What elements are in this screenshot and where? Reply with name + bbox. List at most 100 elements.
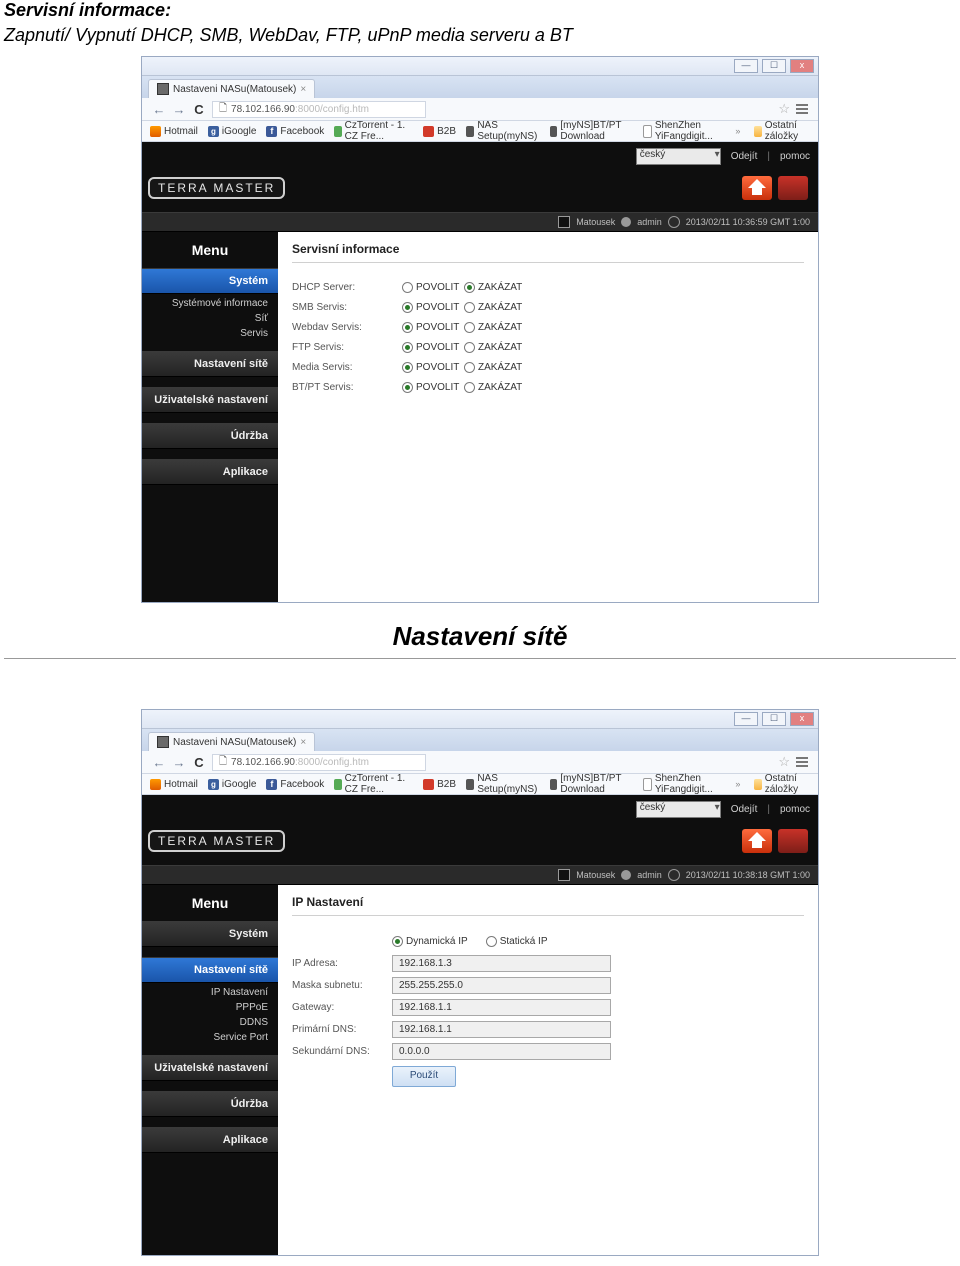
radio-deny[interactable]: ZAKÁZAT: [464, 362, 526, 373]
input-subnet-mask[interactable]: 255.255.255.0: [392, 977, 611, 994]
bookmark-other[interactable]: Ostatní záložky: [754, 120, 810, 142]
window-maximize-button[interactable]: ☐: [762, 59, 786, 73]
sidebar-item-apps[interactable]: Aplikace: [142, 459, 278, 485]
window-minimize-button[interactable]: —: [734, 59, 758, 73]
radio-deny[interactable]: ZAKÁZAT: [464, 302, 526, 313]
bookmark-btpt[interactable]: [myNS]BT/PT Download: [550, 773, 632, 795]
address-input[interactable]: 🗋 78.102.166.90 :8000/config.htm: [212, 754, 426, 771]
radio-deny[interactable]: ZAKÁZAT: [464, 282, 526, 293]
input-secondary-dns[interactable]: 0.0.0.0: [392, 1043, 611, 1060]
back-button[interactable]: ←: [152, 102, 166, 117]
window-close-button[interactable]: x: [790, 59, 814, 73]
folder-red-icon[interactable]: [778, 829, 808, 853]
sidebar-subitem-pppoe[interactable]: PPPoE: [142, 1000, 268, 1015]
sidebar-subitem-service[interactable]: Servis: [142, 326, 268, 341]
forward-button[interactable]: →: [172, 102, 186, 117]
app-area: český ▾ Odejít | pomoc TERRA MASTER Mato…: [142, 142, 818, 602]
info-time: 2013/02/11 10:38:18 GMT 1:00: [686, 870, 810, 880]
help-link[interactable]: pomoc: [780, 151, 810, 162]
bookmark-cztorrent[interactable]: CzTorrent - 1. CZ Fre...: [334, 120, 413, 142]
sidebar-item-network-settings[interactable]: Nastavení sítě: [142, 957, 278, 983]
tab-title: Nastaveni NASu(Matousek): [173, 737, 296, 748]
bookmark-btpt[interactable]: [myNS]BT/PT Download: [550, 120, 632, 142]
bookmark-other[interactable]: Ostatní záložky: [754, 773, 810, 795]
help-link[interactable]: pomoc: [780, 804, 810, 815]
bookmark-hotmail[interactable]: Hotmail: [150, 126, 198, 137]
tab-title: Nastaveni NASu(Matousek): [173, 84, 296, 95]
sidebar-subitem-sysinfo[interactable]: Systémové informace: [142, 296, 268, 311]
bookmark-nas-setup[interactable]: NAS Setup(myNS): [466, 773, 540, 795]
radio-deny[interactable]: ZAKÁZAT: [464, 382, 526, 393]
service-row: SMB Servis:POVOLITZAKÁZAT: [292, 297, 804, 317]
sidebar-subitem-ip[interactable]: IP Nastavení: [142, 985, 268, 1000]
home-icon[interactable]: [742, 829, 772, 853]
windows-icon: [150, 779, 161, 790]
window-maximize-button[interactable]: ☐: [762, 712, 786, 726]
radio-allow[interactable]: POVOLIT: [402, 362, 464, 373]
apply-button[interactable]: Použít: [392, 1066, 456, 1087]
language-select[interactable]: český ▾: [636, 801, 721, 818]
panel-title: IP Nastavení: [292, 895, 804, 909]
menu-icon[interactable]: [796, 755, 808, 769]
reload-button[interactable]: C: [192, 755, 206, 770]
radio-allow[interactable]: POVOLIT: [402, 302, 464, 313]
radio-deny[interactable]: ZAKÁZAT: [464, 322, 526, 333]
browser-tab[interactable]: Nastaveni NASu(Matousek) ×: [148, 732, 315, 751]
menu-icon[interactable]: [796, 102, 808, 116]
sidebar-item-network-settings[interactable]: Nastavení sítě: [142, 351, 278, 377]
bookmark-star-icon[interactable]: ☆: [778, 754, 790, 770]
radio-allow[interactable]: POVOLIT: [402, 322, 464, 333]
input-primary-dns[interactable]: 192.168.1.1: [392, 1021, 611, 1038]
reload-button[interactable]: C: [192, 102, 206, 117]
browser-tab[interactable]: Nastaveni NASu(Matousek) ×: [148, 79, 315, 98]
bookmark-b2b[interactable]: B2B: [423, 126, 456, 137]
bookmark-hotmail[interactable]: Hotmail: [150, 779, 198, 790]
logout-link[interactable]: Odejít: [731, 151, 758, 162]
back-button[interactable]: ←: [152, 755, 166, 770]
bookmark-cztorrent[interactable]: CzTorrent - 1. CZ Fre...: [334, 773, 413, 795]
radio-deny[interactable]: ZAKÁZAT: [464, 342, 526, 353]
radio-static-ip[interactable]: Statická IP: [486, 936, 548, 947]
sidebar-item-system[interactable]: Systém: [142, 921, 278, 947]
bookmark-shenzhen[interactable]: ShenZhen YiFangdigit...: [643, 773, 726, 795]
sidebar-item-maintenance[interactable]: Údržba: [142, 1091, 278, 1117]
address-input[interactable]: 🗋 78.102.166.90 :8000/config.htm: [212, 101, 426, 118]
forward-button[interactable]: →: [172, 755, 186, 770]
sidebar-item-system[interactable]: Systém: [142, 268, 278, 294]
radio-allow[interactable]: POVOLIT: [402, 342, 464, 353]
radio-allow[interactable]: POVOLIT: [402, 282, 464, 293]
info-bar: Matousek admin 2013/02/11 10:36:59 GMT 1…: [142, 212, 818, 232]
window-close-button[interactable]: x: [790, 712, 814, 726]
sidebar-item-maintenance[interactable]: Údržba: [142, 423, 278, 449]
home-icon[interactable]: [742, 176, 772, 200]
bookmark-shenzhen[interactable]: ShenZhen YiFangdigit...: [643, 120, 726, 142]
bookmarks-overflow-icon[interactable]: »: [735, 126, 740, 136]
sidebar-subitem-network[interactable]: Síť: [142, 311, 268, 326]
bookmark-igoogle[interactable]: giGoogle: [208, 126, 256, 137]
doc-heading: Servisní informace:: [4, 0, 956, 21]
input-ip-address[interactable]: 192.168.1.3: [392, 955, 611, 972]
doc-subheading: Zapnutí/ Vypnutí DHCP, SMB, WebDav, FTP,…: [4, 25, 956, 46]
bookmark-nas-setup[interactable]: NAS Setup(myNS): [466, 120, 540, 142]
bookmark-b2b[interactable]: B2B: [423, 779, 456, 790]
sidebar-item-user-settings[interactable]: Uživatelské nastavení: [142, 1055, 278, 1081]
radio-allow[interactable]: POVOLIT: [402, 382, 464, 393]
tab-close-icon[interactable]: ×: [300, 737, 306, 748]
browser-tabs-row: Nastaveni NASu(Matousek) ×: [142, 76, 818, 98]
folder-red-icon[interactable]: [778, 176, 808, 200]
tab-close-icon[interactable]: ×: [300, 84, 306, 95]
sidebar-subitem-port[interactable]: Service Port: [142, 1030, 268, 1045]
sidebar-item-user-settings[interactable]: Uživatelské nastavení: [142, 387, 278, 413]
bookmark-facebook[interactable]: fFacebook: [266, 126, 324, 137]
language-select[interactable]: český ▾: [636, 148, 721, 165]
radio-dynamic-ip[interactable]: Dynamická IP: [392, 936, 468, 947]
logout-link[interactable]: Odejít: [731, 804, 758, 815]
bookmarks-overflow-icon[interactable]: »: [735, 779, 740, 789]
sidebar-item-apps[interactable]: Aplikace: [142, 1127, 278, 1153]
bookmark-star-icon[interactable]: ☆: [778, 101, 790, 117]
sidebar-subitem-ddns[interactable]: DDNS: [142, 1015, 268, 1030]
input-gateway[interactable]: 192.168.1.1: [392, 999, 611, 1016]
bookmark-facebook[interactable]: fFacebook: [266, 779, 324, 790]
bookmark-igoogle[interactable]: giGoogle: [208, 779, 256, 790]
window-minimize-button[interactable]: —: [734, 712, 758, 726]
